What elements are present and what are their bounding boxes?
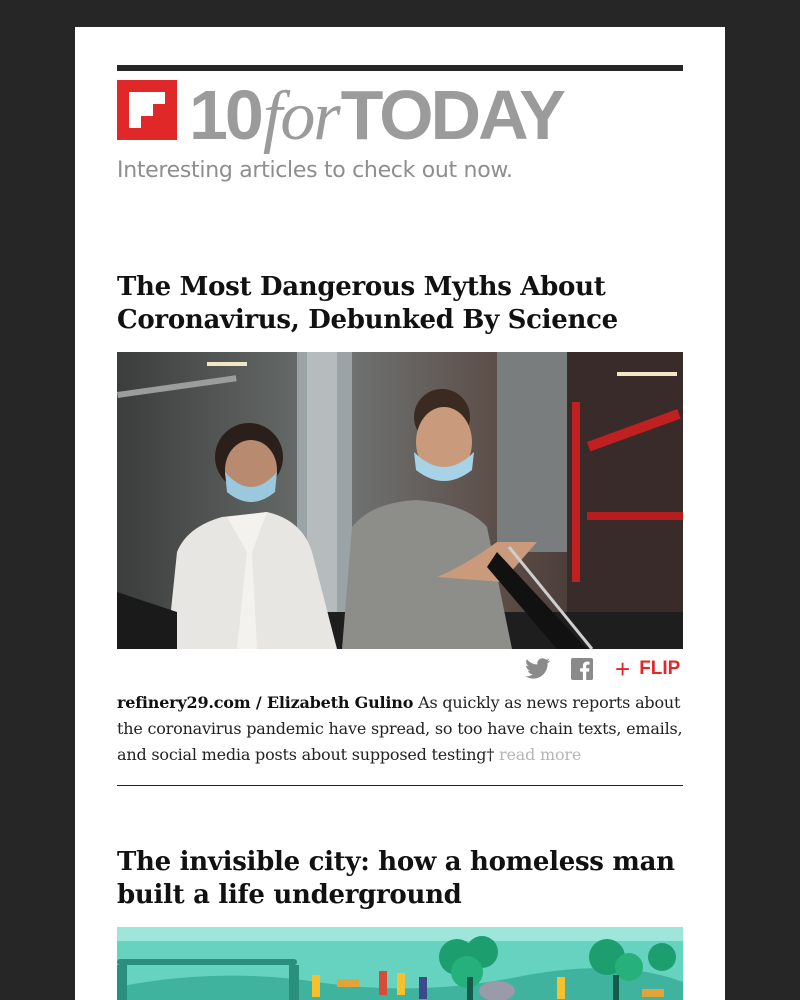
article-title[interactable]: The Most Dangerous Myths About Coronavir… [117,271,683,337]
article-image[interactable] [117,927,683,1000]
facebook-share-button[interactable] [571,657,593,681]
email-card: 10forTODAY Interesting articles to check… [75,27,725,1000]
article-divider [117,785,683,786]
plus-icon: + [615,654,631,684]
flip-label: FLIP [639,658,681,679]
brand-connector: for [262,78,341,155]
brand-number: 10 [189,76,264,154]
brand-wordmark: 10forTODAY [189,75,566,155]
article-title[interactable]: The invisible city: how a homeless man b… [117,846,683,912]
twitter-icon [525,658,551,679]
brand-word: TODAY [340,76,566,154]
twitter-share-button[interactable] [525,657,551,681]
tagline: Interesting articles to check out now. [117,158,513,183]
flipboard-logo-icon[interactable] [117,80,177,140]
flip-button[interactable]: + FLIP [615,654,681,684]
read-more-link[interactable]: read more [499,745,581,764]
top-rule [117,65,683,71]
article-summary: refinery29.com / Elizabeth Gulino As qui… [117,690,683,768]
article-source[interactable]: refinery29.com / Elizabeth Gulino [117,693,413,712]
facebook-icon [571,658,593,680]
article-image[interactable] [117,352,683,649]
